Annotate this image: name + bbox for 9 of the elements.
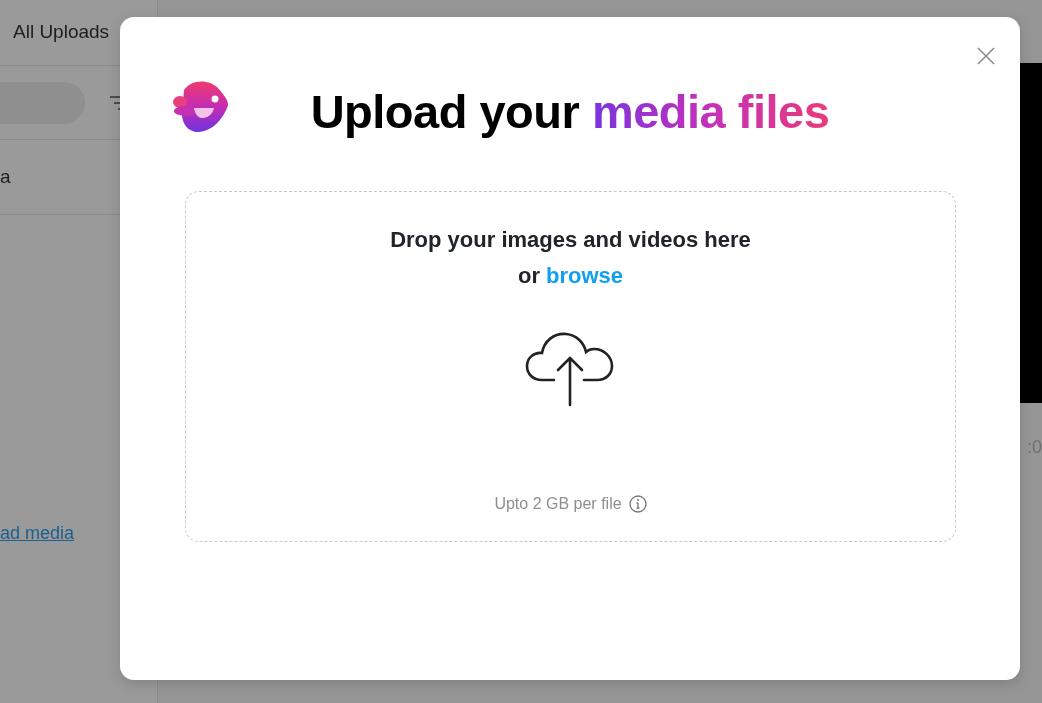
info-icon[interactable]	[628, 495, 647, 513]
file-size-limit: Upto 2 GB per file	[494, 494, 622, 514]
sidebar-title: All Uploads	[13, 20, 110, 45]
or-text: or	[518, 262, 540, 290]
fish-logo-icon	[172, 78, 230, 135]
drop-instructions: Drop your images and videos here	[390, 226, 751, 254]
drop-zone[interactable]: Drop your images and videos here or browse Upto 2 GB per file	[185, 191, 956, 542]
dialog-title: Upload your media files	[310, 85, 830, 138]
upload-item[interactable]: a	[0, 162, 11, 192]
